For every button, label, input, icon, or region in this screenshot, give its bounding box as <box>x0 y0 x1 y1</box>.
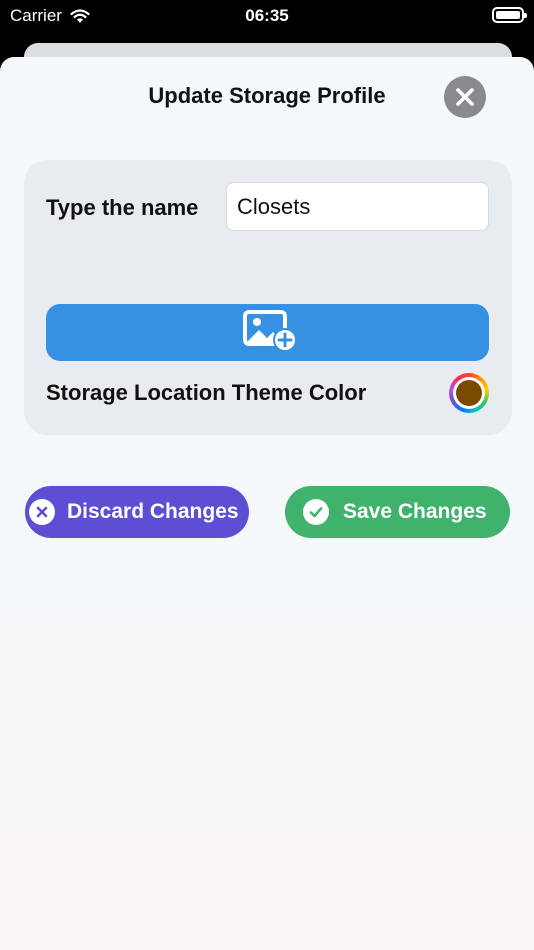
add-image-button[interactable] <box>46 304 489 361</box>
status-bar: Carrier 06:35 <box>0 0 534 36</box>
close-button[interactable] <box>444 76 486 118</box>
status-time: 06:35 <box>245 6 289 25</box>
name-input[interactable] <box>226 182 489 231</box>
name-label: Type the name <box>46 195 199 220</box>
discard-changes-button[interactable]: Discard Changes <box>25 486 249 538</box>
theme-color-picker[interactable] <box>449 373 489 413</box>
profile-form-card: Type the name Storage Location Theme Col… <box>24 160 512 435</box>
checkmark-circle-icon <box>303 499 329 525</box>
battery-icon <box>492 7 527 23</box>
theme-color-label: Storage Location Theme Color <box>46 380 367 405</box>
save-changes-button[interactable]: Save Changes <box>285 486 510 538</box>
discard-changes-label: Discard Changes <box>67 500 239 523</box>
color-well-ring <box>453 377 485 409</box>
photo-badge-plus-icon <box>243 310 297 352</box>
save-changes-label: Save Changes <box>343 500 487 523</box>
xmark-circle-icon <box>29 499 55 525</box>
xmark-icon <box>456 88 474 106</box>
update-profile-sheet: Update Storage Profile Type the name Sto… <box>0 57 534 950</box>
color-swatch <box>456 380 482 406</box>
